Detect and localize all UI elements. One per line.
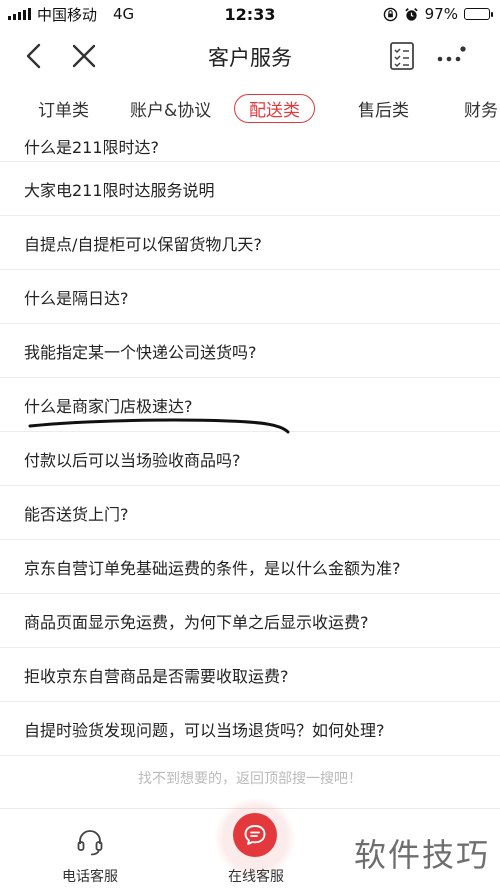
close-icon[interactable] xyxy=(68,40,100,72)
list-item[interactable]: 付款以后可以当场验收商品吗? xyxy=(0,432,500,486)
list-item[interactable]: 京东自营订单免基础运费的条件，是以什么金额为准? xyxy=(0,540,500,594)
bottom-bar: 电话客服 在线客服 xyxy=(0,797,500,889)
nav-bar: 客户服务 xyxy=(0,28,500,84)
tab-after-sales[interactable]: 售后类 xyxy=(358,96,409,121)
tab-delivery[interactable]: 配送类 xyxy=(234,94,315,123)
phone-service-label: 电话客服 xyxy=(62,869,118,885)
tab-order[interactable]: 订单类 xyxy=(38,96,89,121)
phone-service-button[interactable]: 电话客服 xyxy=(40,819,140,885)
tab-account-agreement[interactable]: 账户&协议 xyxy=(130,96,211,121)
chat-bubble-icon xyxy=(233,813,277,857)
list-item[interactable]: 什么是隔日达? xyxy=(0,270,500,324)
list-item[interactable]: 自提时验货发现问题，可以当场退货吗？如何处理? xyxy=(0,702,500,756)
search-hint[interactable]: 找不到想要的，返回顶部搜一搜吧！ xyxy=(0,768,500,788)
question-list: 什么是211限时达? 大家电211限时达服务说明 自提点/自提柜可以保留货物几天… xyxy=(0,132,500,756)
list-item[interactable]: 拒收京东自营商品是否需要收取运费? xyxy=(0,648,500,702)
battery-icon xyxy=(464,8,493,20)
list-item[interactable]: 什么是商家门店极速达? xyxy=(0,378,500,432)
list-item[interactable]: 我能指定某一个快递公司送货吗? xyxy=(0,324,500,378)
alarm-icon xyxy=(404,7,418,21)
list-item[interactable]: 什么是211限时达? xyxy=(0,132,500,162)
battery-percent: 97% xyxy=(424,5,458,23)
headset-icon xyxy=(77,830,103,856)
list-item[interactable]: 能否送货上门? xyxy=(0,486,500,540)
back-arrow-icon[interactable] xyxy=(18,40,50,72)
carrier-name: 中国移动 xyxy=(37,5,98,24)
signal-icon xyxy=(8,8,31,20)
online-service-button[interactable]: 在线客服 xyxy=(196,797,316,889)
list-item[interactable]: 商品页面显示免运费，为何下单之后显示收运费? xyxy=(0,594,500,648)
category-tabs: 订单类 账户&协议 配送类 售后类 财务 xyxy=(0,86,500,132)
list-item[interactable]: 大家电211限时达服务说明 xyxy=(0,162,500,216)
network-type: 4G xyxy=(113,5,135,23)
rotation-lock-icon xyxy=(383,7,397,21)
tab-finance[interactable]: 财务 xyxy=(464,96,498,121)
status-right: 97% xyxy=(383,5,493,23)
checklist-icon[interactable] xyxy=(386,40,418,72)
list-item[interactable]: 自提点/自提柜可以保留货物几天? xyxy=(0,216,500,270)
online-service-label: 在线客服 xyxy=(228,869,284,885)
status-bar: 中国移动 4G 12:33 97% xyxy=(0,0,500,28)
more-icon[interactable] xyxy=(432,40,472,72)
status-left: 中国移动 4G xyxy=(8,4,134,25)
